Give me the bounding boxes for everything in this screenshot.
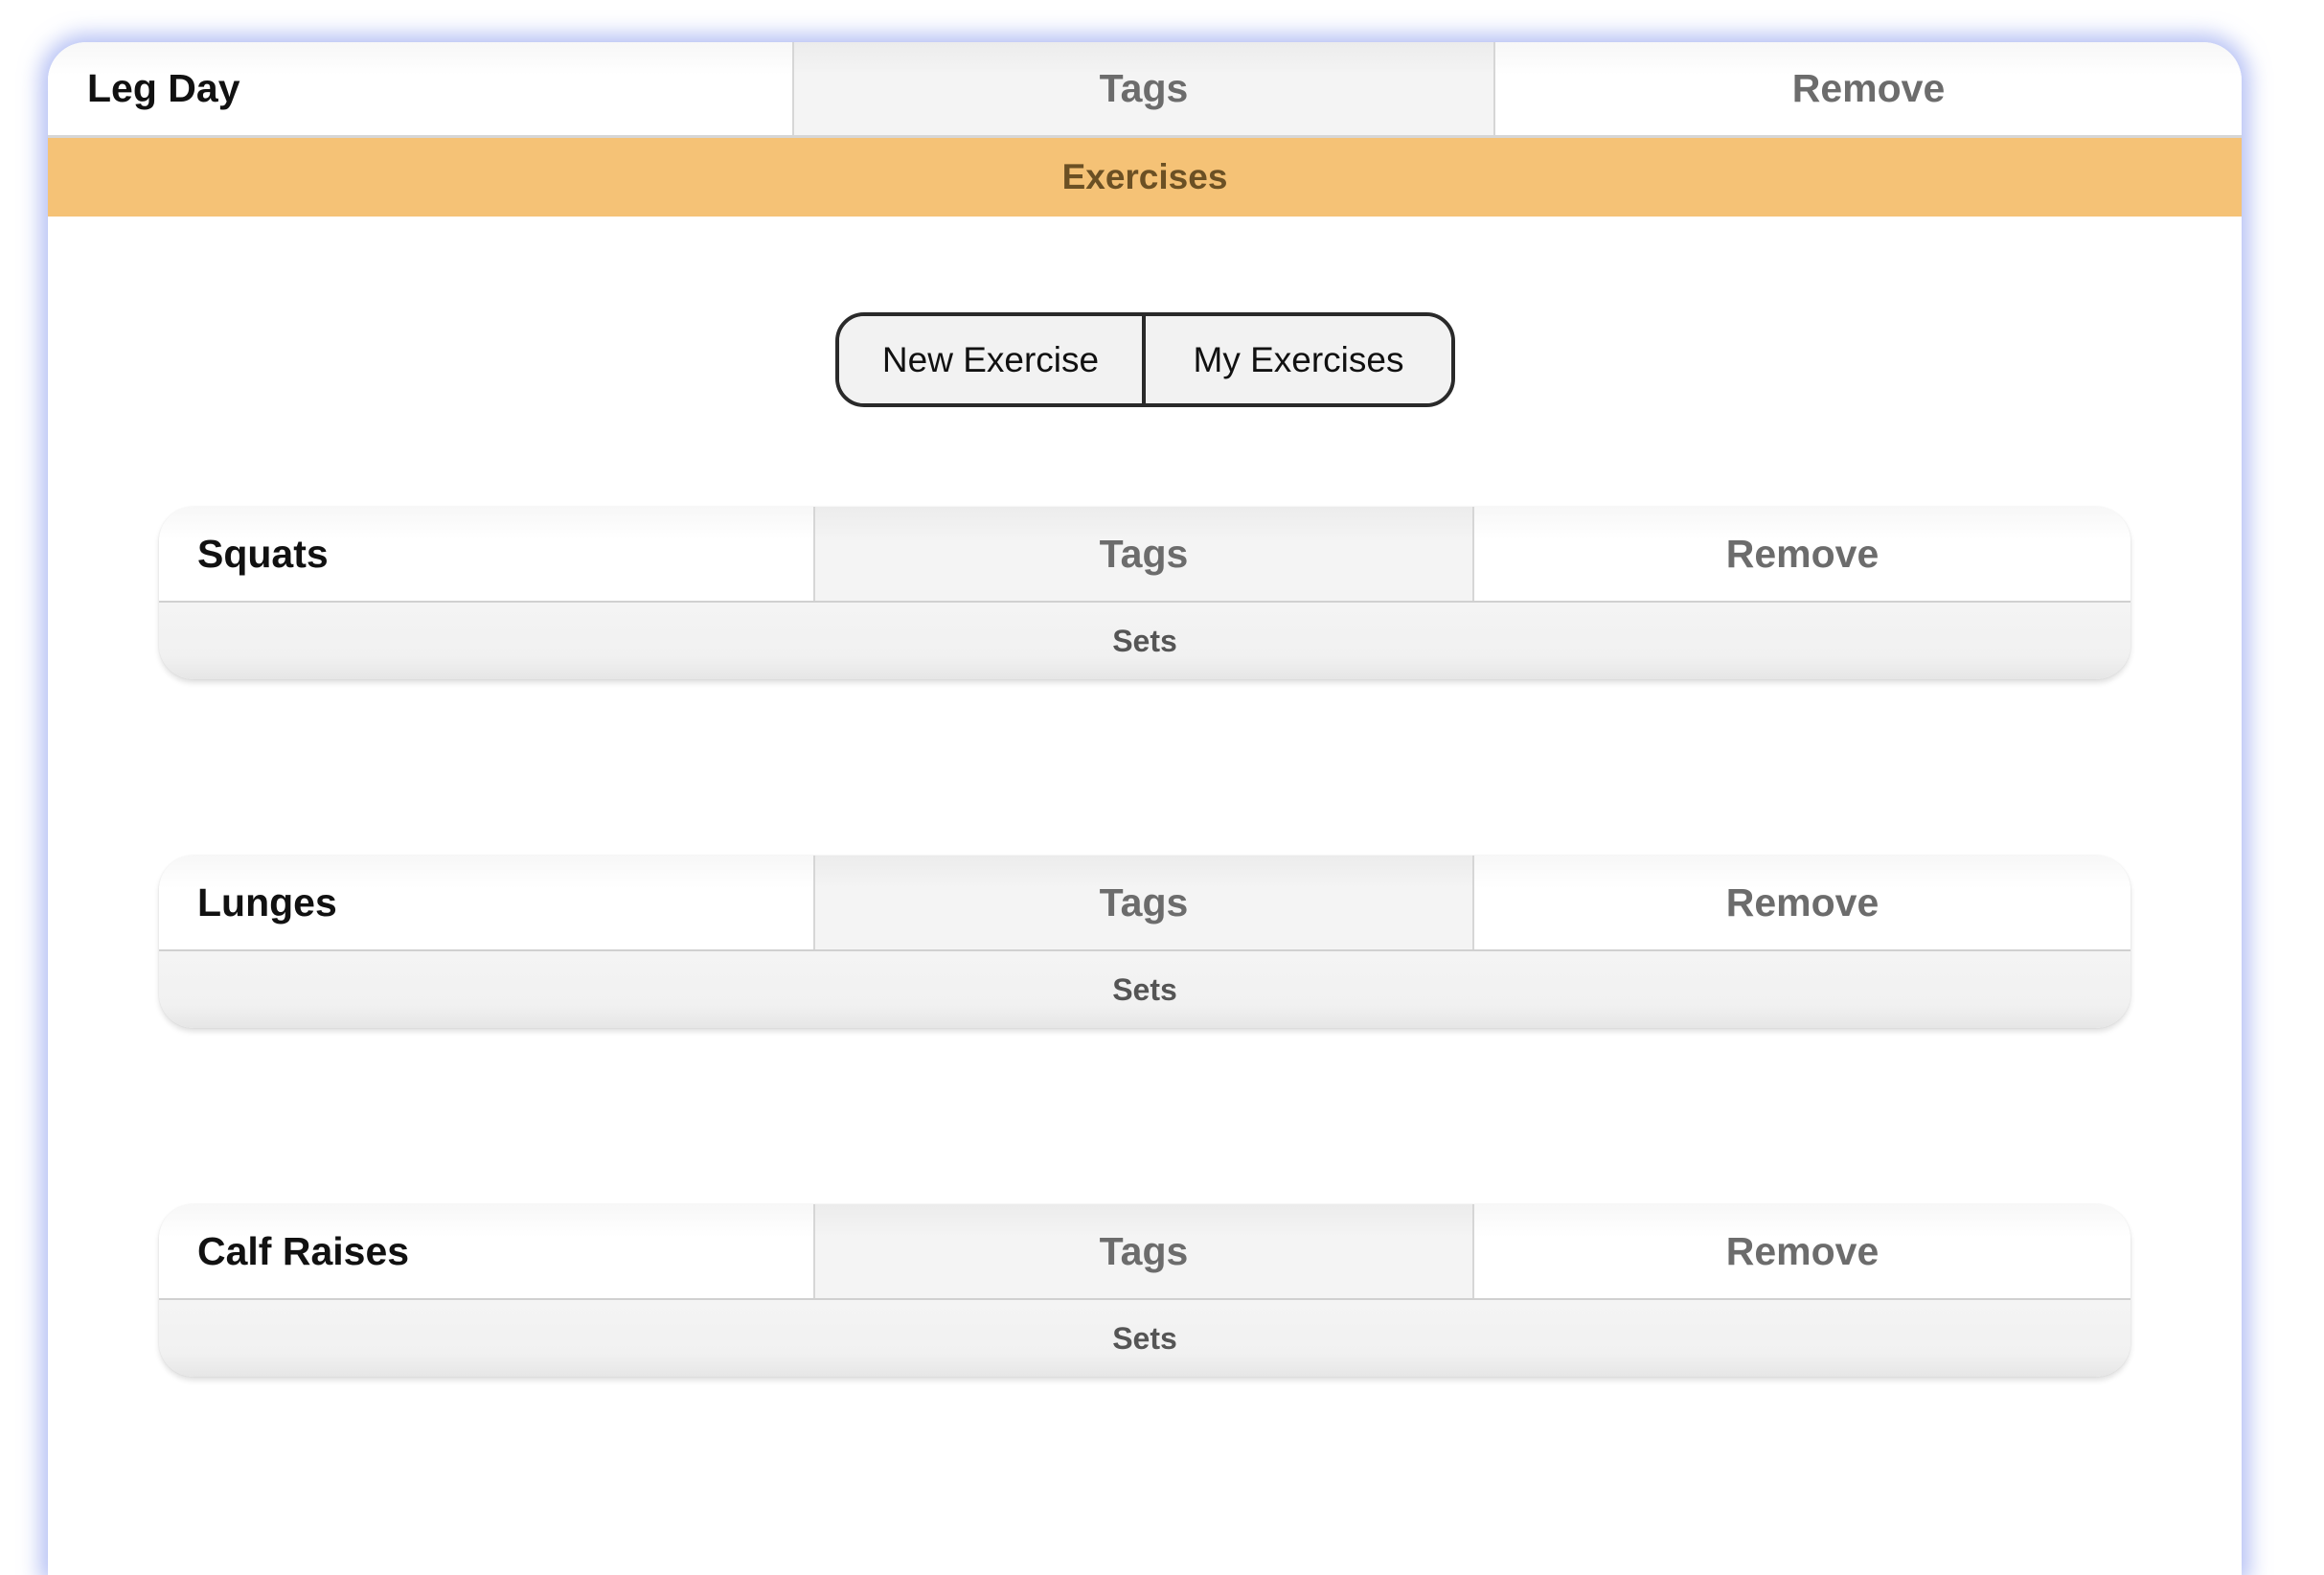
workout-card: Leg Day Tags Remove Exercises New Exerci… — [48, 42, 2242, 1575]
exercise-tags-button[interactable]: Tags — [813, 1204, 1474, 1298]
exercise-sets-button[interactable]: Sets — [159, 951, 2130, 1028]
exercise-tags-button[interactable]: Tags — [813, 507, 1474, 601]
exercise-header: Squats Tags Remove — [159, 507, 2130, 603]
exercise-source-toggle: New Exercise My Exercises — [835, 312, 1455, 407]
exercise-card: Squats Tags Remove Sets — [159, 507, 2130, 679]
exercises-section-header: Exercises — [48, 138, 2242, 217]
exercise-card: Lunges Tags Remove Sets — [159, 856, 2130, 1028]
exercise-name[interactable]: Lunges — [159, 856, 813, 949]
my-exercises-button[interactable]: My Exercises — [1146, 316, 1451, 403]
exercise-name[interactable]: Calf Raises — [159, 1204, 813, 1298]
workout-tags-button[interactable]: Tags — [792, 42, 1495, 135]
exercise-header: Calf Raises Tags Remove — [159, 1204, 2130, 1300]
exercise-remove-button[interactable]: Remove — [1474, 1204, 2130, 1298]
exercise-tags-button[interactable]: Tags — [813, 856, 1474, 949]
exercise-remove-button[interactable]: Remove — [1474, 856, 2130, 949]
exercise-card: Calf Raises Tags Remove Sets — [159, 1204, 2130, 1377]
exercise-sets-button[interactable]: Sets — [159, 603, 2130, 679]
workout-name[interactable]: Leg Day — [48, 42, 792, 135]
new-exercise-button[interactable]: New Exercise — [839, 316, 1146, 403]
exercise-header: Lunges Tags Remove — [159, 856, 2130, 951]
exercise-remove-button[interactable]: Remove — [1474, 507, 2130, 601]
exercise-name[interactable]: Squats — [159, 507, 813, 601]
workout-remove-button[interactable]: Remove — [1495, 42, 2242, 135]
workout-header: Leg Day Tags Remove — [48, 42, 2242, 138]
exercise-sets-button[interactable]: Sets — [159, 1300, 2130, 1377]
